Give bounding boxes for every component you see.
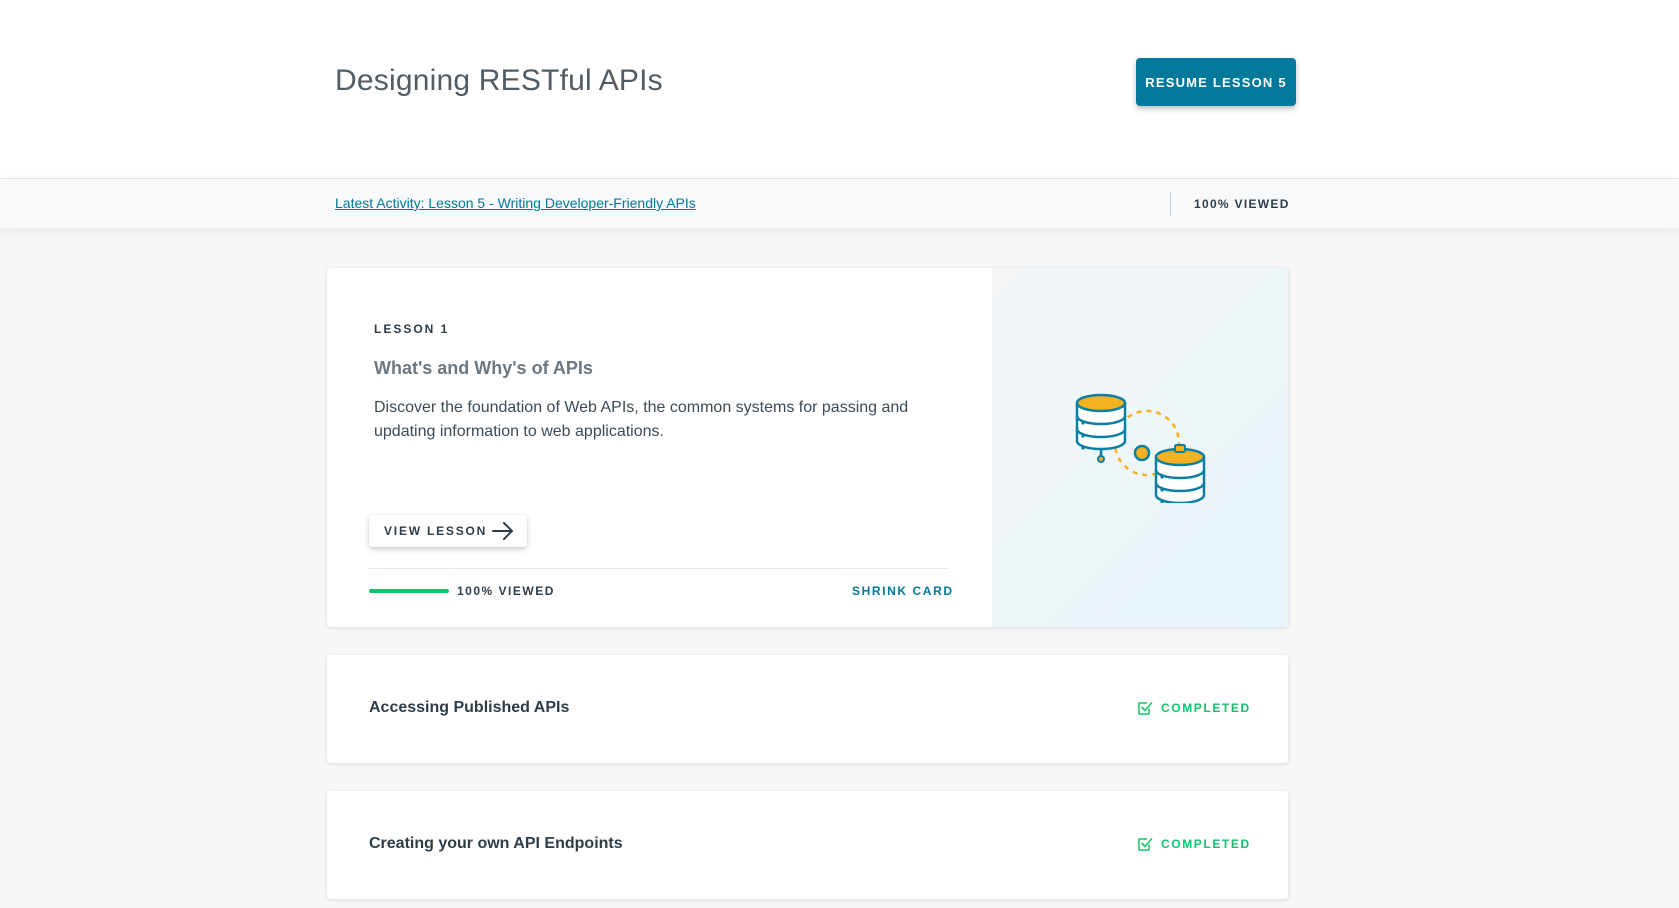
lesson-number: LESSON 1	[374, 322, 450, 336]
lesson-description: Discover the foundation of Web APIs, the…	[374, 399, 909, 440]
view-lesson-button[interactable]: VIEW LESSON	[369, 515, 527, 547]
course-viewed-status: 100% VIEWED	[1194, 197, 1290, 211]
resume-lesson-button[interactable]: RESUME LESSON 5	[1136, 58, 1296, 106]
lesson-card-body: LESSON 1 What's and Why's of APIs Discov…	[327, 268, 992, 627]
lesson-progress-fill	[369, 589, 449, 593]
completed-label: COMPLETED	[1161, 701, 1251, 715]
course-title: Designing RESTful APIs	[335, 64, 663, 97]
lesson-title: Creating your own API Endpoints	[369, 835, 623, 852]
checkbox-checked-icon	[1138, 702, 1153, 715]
lesson-title: Accessing Published APIs	[369, 699, 570, 716]
checkbox-checked-icon	[1138, 838, 1153, 851]
view-lesson-label: VIEW LESSON	[384, 524, 488, 538]
completed-status: COMPLETED	[1137, 699, 1251, 717]
lesson-card-expanded: LESSON 1 What's and Why's of APIs Discov…	[327, 268, 1288, 627]
course-header: Designing RESTful APIs RESUME LESSON 5	[0, 0, 1679, 178]
card-divider	[369, 568, 949, 569]
lesson-illustration-panel	[992, 268, 1288, 627]
lesson-progress-bar	[369, 589, 449, 593]
shrink-card-button[interactable]: SHRINK CARD	[852, 584, 954, 598]
arrow-right-icon	[492, 522, 513, 540]
lesson-progress-label: 100% VIEWED	[457, 584, 555, 598]
lesson-card-collapsed[interactable]: Creating your own API Endpoints COMPLETE…	[327, 791, 1288, 899]
divider	[1170, 192, 1171, 216]
completed-label: COMPLETED	[1161, 837, 1251, 851]
activity-bar: Latest Activity: Lesson 5 - Writing Deve…	[0, 178, 1679, 228]
completed-status: COMPLETED	[1137, 835, 1251, 853]
latest-activity-link[interactable]: Latest Activity: Lesson 5 - Writing Deve…	[335, 195, 696, 211]
lesson-card-collapsed[interactable]: Accessing Published APIs COMPLETED	[327, 655, 1288, 763]
lesson-title: What's and Why's of APIs	[374, 358, 593, 378]
database-sync-icon	[1075, 393, 1206, 503]
